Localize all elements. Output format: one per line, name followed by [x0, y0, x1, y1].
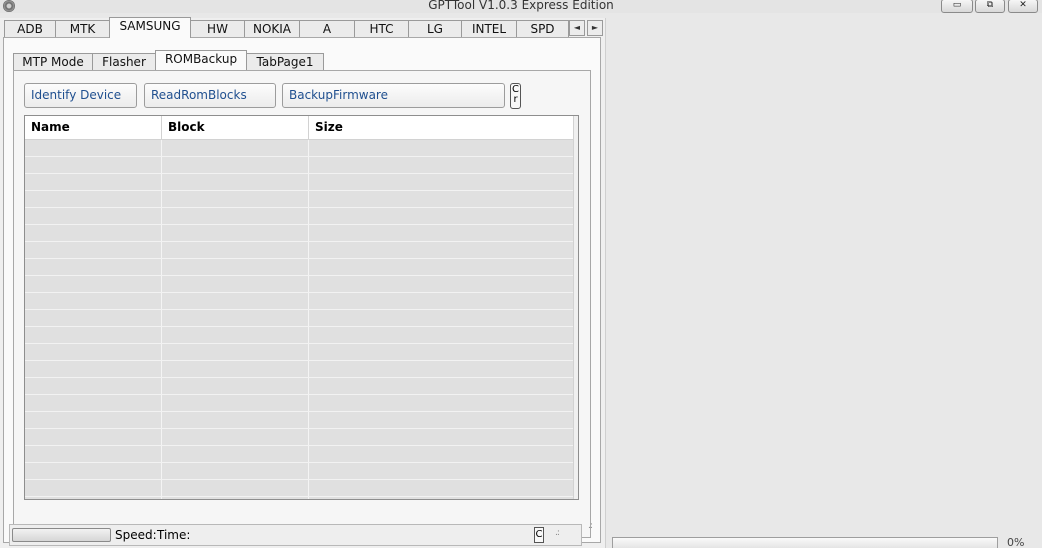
main-progress-bar	[612, 537, 998, 548]
tab-a[interactable]: A	[299, 20, 355, 38]
status-progress-bar	[12, 528, 111, 542]
tab-nokia[interactable]: NOKIA	[244, 20, 300, 38]
small-clear-button[interactable]: C r	[510, 83, 521, 109]
tab-mtp-mode[interactable]: MTP Mode	[13, 53, 93, 70]
status-c-button[interactable]: C	[534, 527, 544, 543]
tab-lg[interactable]: LG	[408, 20, 462, 38]
table-scrollbar[interactable]	[573, 116, 578, 499]
tab-rombackup[interactable]: ROMBackup	[155, 50, 247, 70]
identify-device-button[interactable]: Identify Device	[24, 83, 137, 108]
column-header-block[interactable]: Block	[162, 116, 309, 139]
minimize-button[interactable]: ▭	[941, 0, 973, 13]
status-bar: Speed: Time: C .:	[9, 524, 582, 546]
column-header-name[interactable]: Name	[25, 116, 162, 139]
resize-grip-icon[interactable]: .:	[555, 529, 567, 541]
restore-button[interactable]: ⧉	[975, 0, 1005, 13]
table-body[interactable]	[25, 140, 574, 499]
tab-intel[interactable]: INTEL	[461, 20, 517, 38]
progress-percent: 0%	[1007, 536, 1025, 548]
backup-firmware-button[interactable]: BackupFirmware	[282, 83, 505, 108]
window-title: GPTTool V1.0.3 Express Edition	[428, 0, 614, 12]
tab-htc[interactable]: HTC	[354, 20, 409, 38]
tab-spd[interactable]: SPD	[516, 20, 569, 38]
main-panel: ADB MTK SAMSUNG HW NOKIA A HTC LG INTEL …	[0, 17, 606, 548]
samsung-sub-tab-strip: MTP Mode Flasher ROMBackup TabPage1	[13, 50, 324, 71]
rombackup-page: Identify Device ReadRomBlocks BackupFirm…	[13, 70, 591, 538]
close-button[interactable]: ✕	[1008, 0, 1038, 13]
tab-samsung[interactable]: SAMSUNG	[109, 17, 191, 38]
tab-adb[interactable]: ADB	[4, 20, 56, 38]
title-bar: GPTTool V1.0.3 Express Edition ▭ ⧉ ✕	[0, 0, 1042, 13]
read-rom-blocks-button[interactable]: ReadRomBlocks	[144, 83, 276, 108]
tab-hw[interactable]: HW	[190, 20, 245, 38]
tab-mtk[interactable]: MTK	[55, 20, 110, 38]
table-header: Name Block Size	[25, 116, 574, 140]
speed-label: Speed:	[115, 528, 157, 542]
tab-tabpage1[interactable]: TabPage1	[246, 53, 324, 70]
samsung-tab-page: MTP Mode Flasher ROMBackup TabPage1 Iden…	[3, 37, 601, 546]
tab-scroll-left-icon[interactable]: ◄	[569, 20, 585, 36]
time-label: Time:	[157, 528, 191, 542]
tab-scroll-right-icon[interactable]: ►	[587, 20, 603, 36]
column-header-size[interactable]: Size	[309, 116, 574, 139]
panel-grip-icon[interactable]: .:	[588, 522, 600, 534]
tab-flasher[interactable]: Flasher	[92, 53, 156, 70]
rom-blocks-table[interactable]: Name Block Size	[24, 115, 579, 500]
